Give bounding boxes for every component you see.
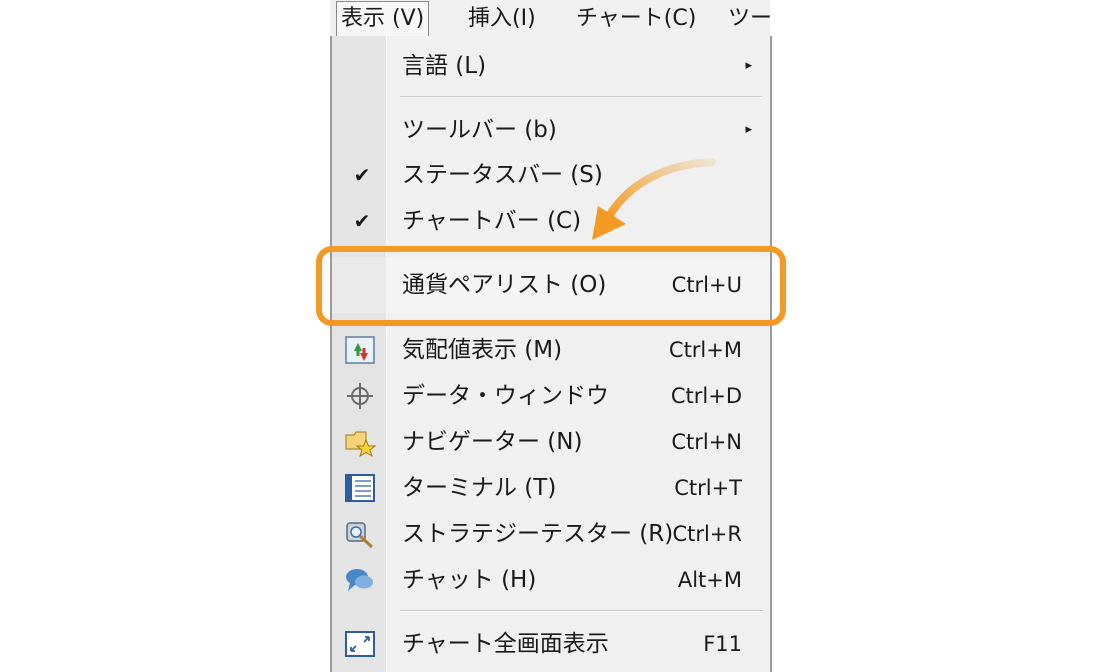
shortcut-text: Ctrl+M bbox=[668, 338, 742, 362]
strategy-tester-icon bbox=[346, 522, 374, 549]
menu-item-language[interactable]: 言語 (L) ▸ bbox=[332, 44, 770, 88]
shortcut-text: Ctrl+N bbox=[671, 430, 742, 454]
menu-chart[interactable]: チャート(C) bbox=[576, 4, 696, 34]
crosshair-icon bbox=[347, 383, 373, 409]
market-watch-icon bbox=[345, 336, 375, 364]
menu-item-label: チャート全画面表示 bbox=[402, 631, 609, 657]
menu-item-label: チャートバー (C) bbox=[402, 208, 582, 234]
menu-item-label: 気配値表示 (M) bbox=[402, 337, 563, 363]
menu-item-strategy-tester[interactable]: ストラテジーテスター (R) Ctrl+R bbox=[332, 512, 770, 556]
menu-item-label: ストラテジーテスター (R) bbox=[402, 521, 674, 547]
menu-item-label: データ・ウィンドウ bbox=[402, 383, 609, 409]
menu-item-label: 言語 (L) bbox=[402, 53, 487, 79]
menu-item-label: チャット (H) bbox=[402, 567, 537, 593]
view-dropdown-menu: 言語 (L) ▸ ツールバー (b) ▸ ✔ ステータスバー (S) ✔ チャー… bbox=[330, 36, 772, 672]
annotation-arrow-icon bbox=[592, 158, 716, 240]
navigator-folder-star-icon bbox=[345, 431, 376, 457]
menu-item-label: ツールバー (b) bbox=[402, 117, 557, 143]
menu-bar: 表示 (V) 挿入(I) チャート(C) ツー bbox=[330, 0, 770, 38]
fullscreen-icon bbox=[345, 631, 375, 657]
shortcut-text: F11 bbox=[703, 632, 742, 656]
menu-item-label: ターミナル (T) bbox=[402, 475, 557, 501]
terminal-icon bbox=[345, 474, 375, 502]
shortcut-text: Ctrl+D bbox=[670, 384, 742, 408]
menu-item-toolbar[interactable]: ツールバー (b) ▸ bbox=[332, 108, 770, 152]
menu-item-data-window[interactable]: データ・ウィンドウ Ctrl+D bbox=[332, 374, 770, 418]
menu-item-label: ナビゲーター (N) bbox=[402, 429, 583, 455]
focus-highlight-frame bbox=[316, 246, 786, 326]
menu-separator bbox=[400, 610, 762, 612]
menu-item-label: ステータスバー (S) bbox=[402, 162, 603, 188]
menu-tools[interactable]: ツー bbox=[728, 4, 770, 34]
menu-item-chart-fullscreen[interactable]: チャート全画面表示 F11 bbox=[332, 622, 770, 666]
checkmark-icon: ✔ bbox=[353, 163, 371, 187]
shortcut-text: Ctrl+T bbox=[674, 476, 742, 500]
menu-separator bbox=[400, 96, 762, 98]
menu-view[interactable]: 表示 (V) bbox=[336, 1, 430, 38]
shortcut-text: Alt+M bbox=[677, 568, 742, 592]
menu-item-navigator[interactable]: ナビゲーター (N) Ctrl+N bbox=[332, 420, 770, 464]
submenu-arrow-icon: ▸ bbox=[745, 122, 752, 137]
chat-icon bbox=[346, 569, 373, 591]
shortcut-text: Ctrl+R bbox=[672, 522, 742, 546]
checkmark-icon: ✔ bbox=[353, 209, 371, 233]
menu-item-terminal[interactable]: ターミナル (T) Ctrl+T bbox=[332, 466, 770, 510]
menu-item-chat[interactable]: チャット (H) Alt+M bbox=[332, 558, 770, 602]
menu-item-market-watch[interactable]: 気配値表示 (M) Ctrl+M bbox=[332, 328, 770, 372]
menu-insert[interactable]: 挿入(I) bbox=[468, 4, 536, 34]
submenu-arrow-icon: ▸ bbox=[745, 58, 752, 73]
